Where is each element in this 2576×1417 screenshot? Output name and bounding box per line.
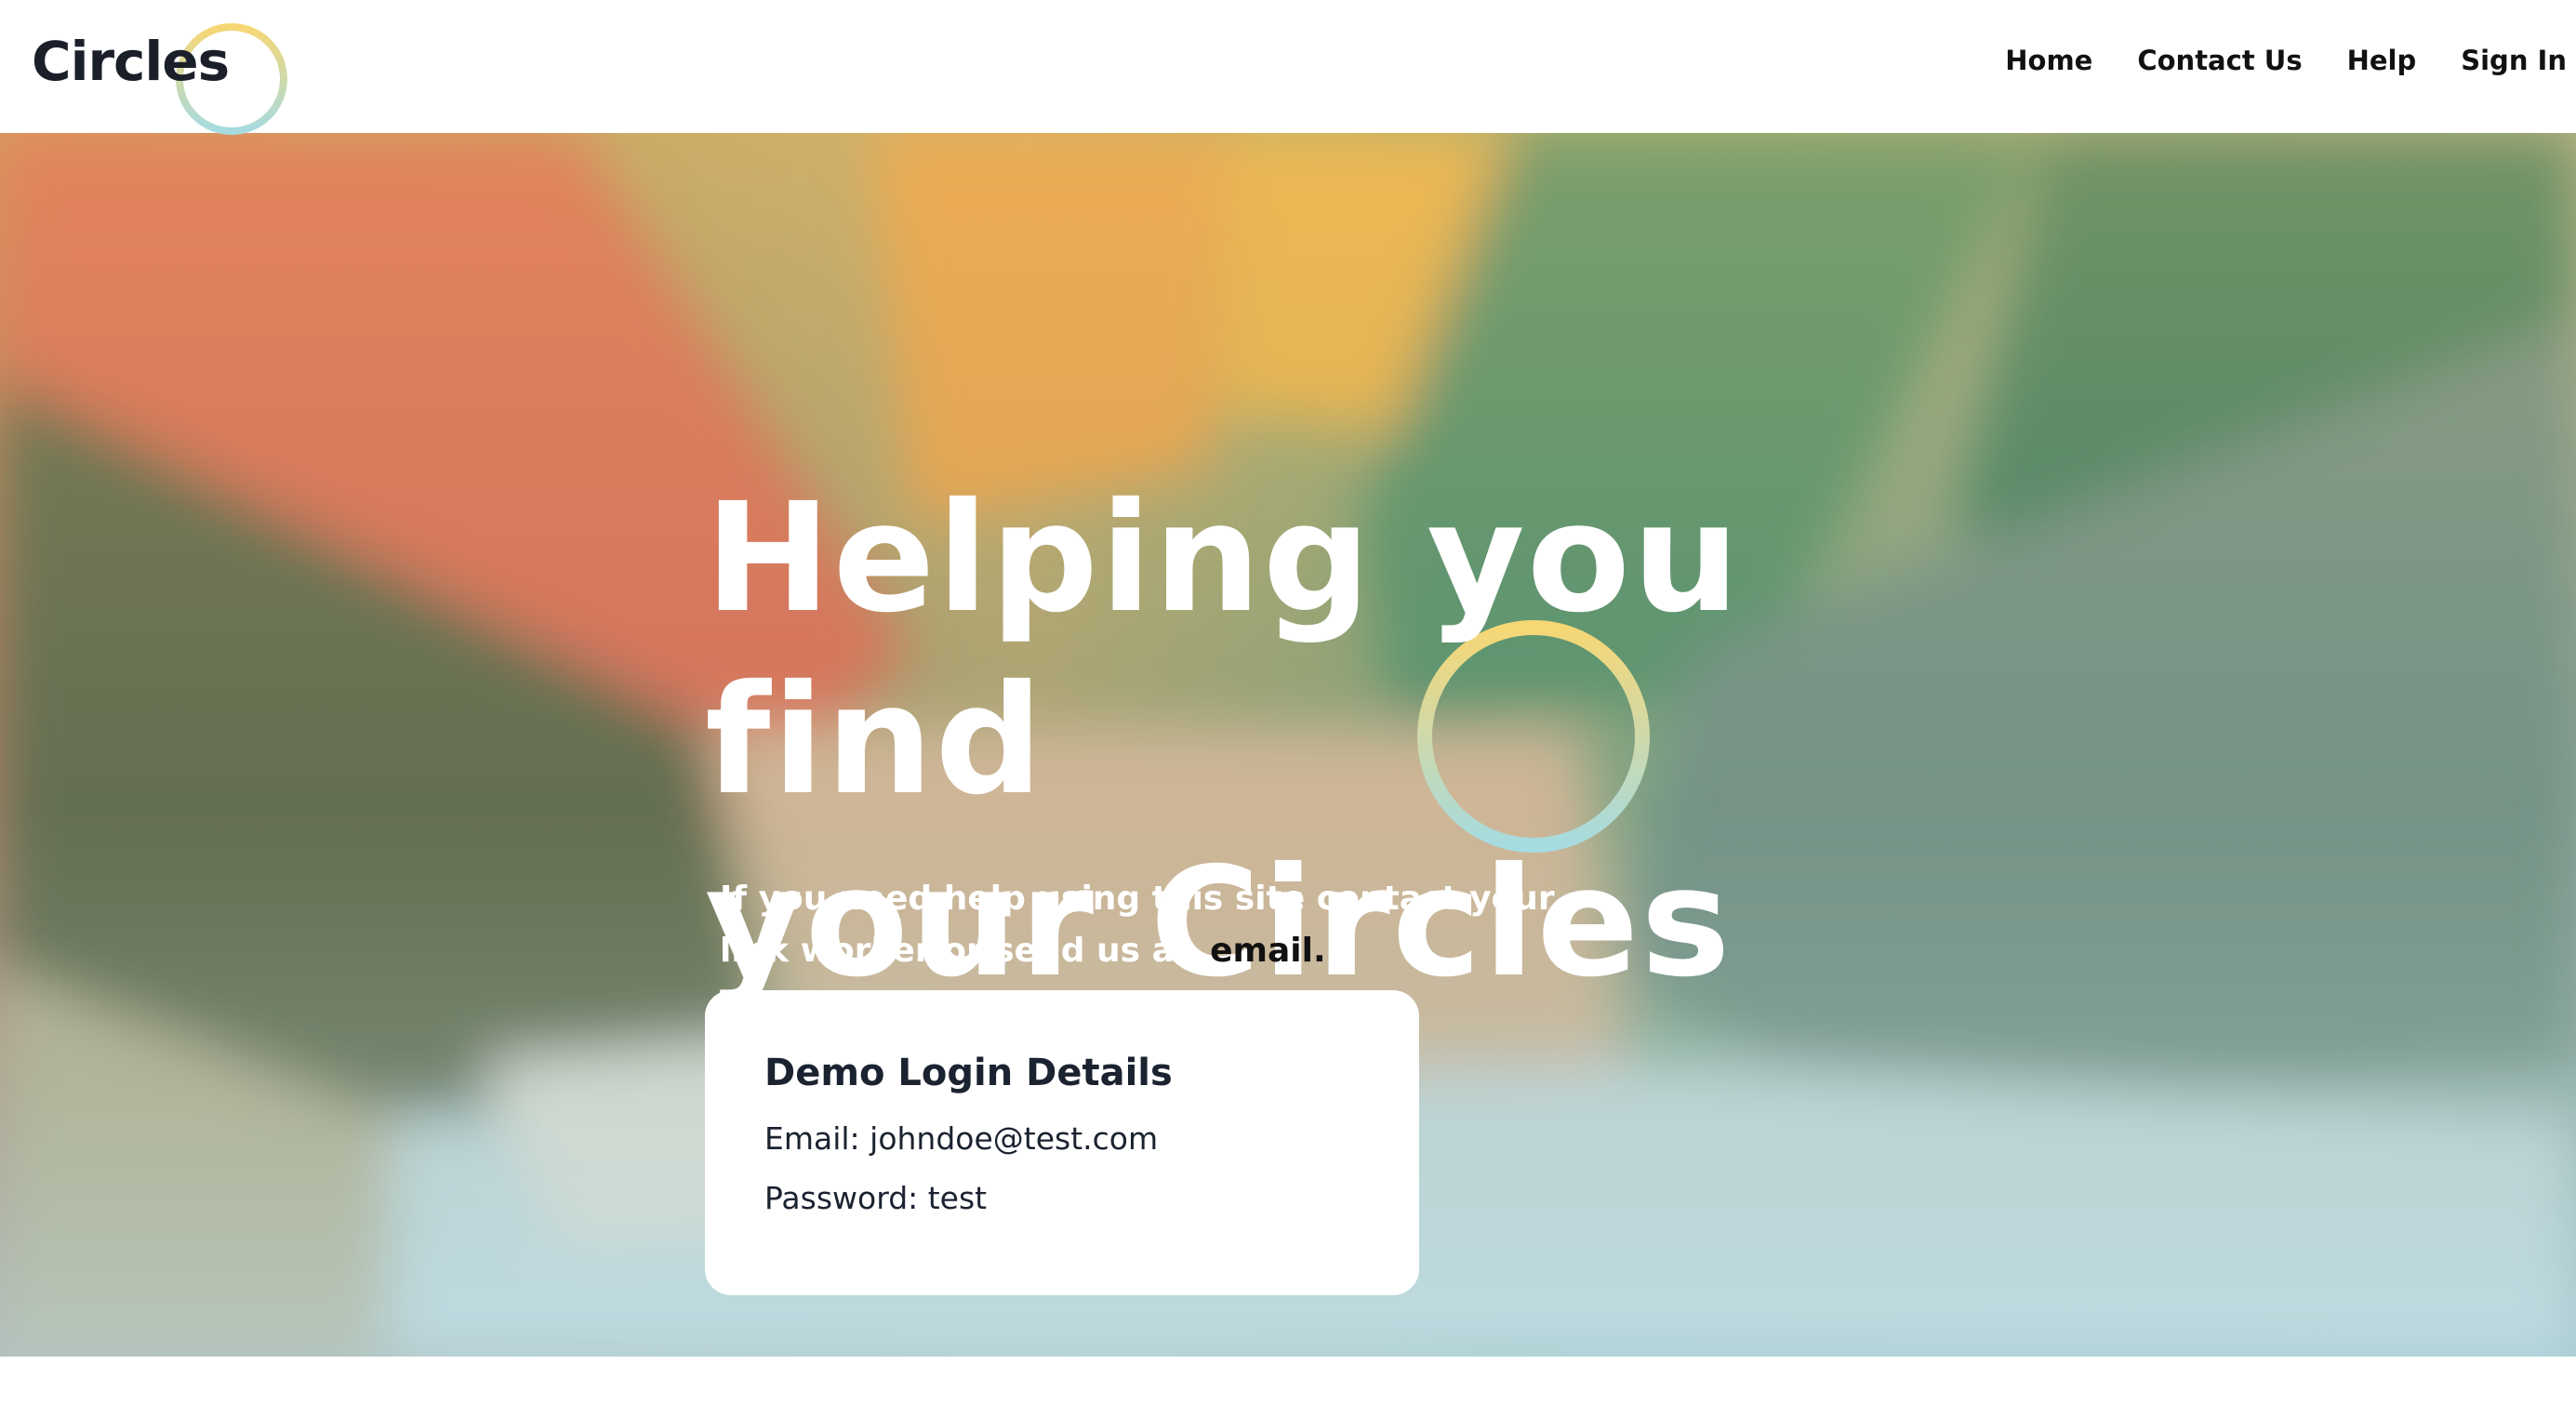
hero-section: Helping you find your Circles If you nee…: [0, 133, 2576, 1357]
logo-text: Circles: [32, 30, 230, 93]
demo-password-text: Password: test: [764, 1180, 988, 1216]
hero-title-line-1: Helping you find: [705, 471, 1742, 828]
circles-logo[interactable]: Circles: [32, 13, 287, 135]
nav-contact-us-link[interactable]: Contact Us: [2137, 45, 2302, 76]
hero-subtitle: If you need help using this site contact…: [720, 873, 1557, 977]
demo-login-title: Demo Login Details: [764, 1052, 1173, 1094]
main-nav: Home Contact Us Help Sign In: [2005, 45, 2567, 76]
nav-home-link[interactable]: Home: [2005, 45, 2092, 76]
site-header: Circles Home Contact Us Help Sign In: [0, 0, 2576, 135]
email-link[interactable]: email.: [1210, 932, 1326, 970]
nav-help-link[interactable]: Help: [2347, 45, 2417, 76]
hero-subtitle-text: If you need help using this site contact…: [720, 880, 1555, 970]
nav-sign-in-link[interactable]: Sign In: [2461, 45, 2567, 76]
demo-email-text: Email: johndoe@test.com: [764, 1120, 1159, 1157]
demo-login-card: Demo Login Details Email: johndoe@test.c…: [705, 990, 1419, 1295]
page-bottom-strip: [0, 1357, 2576, 1417]
